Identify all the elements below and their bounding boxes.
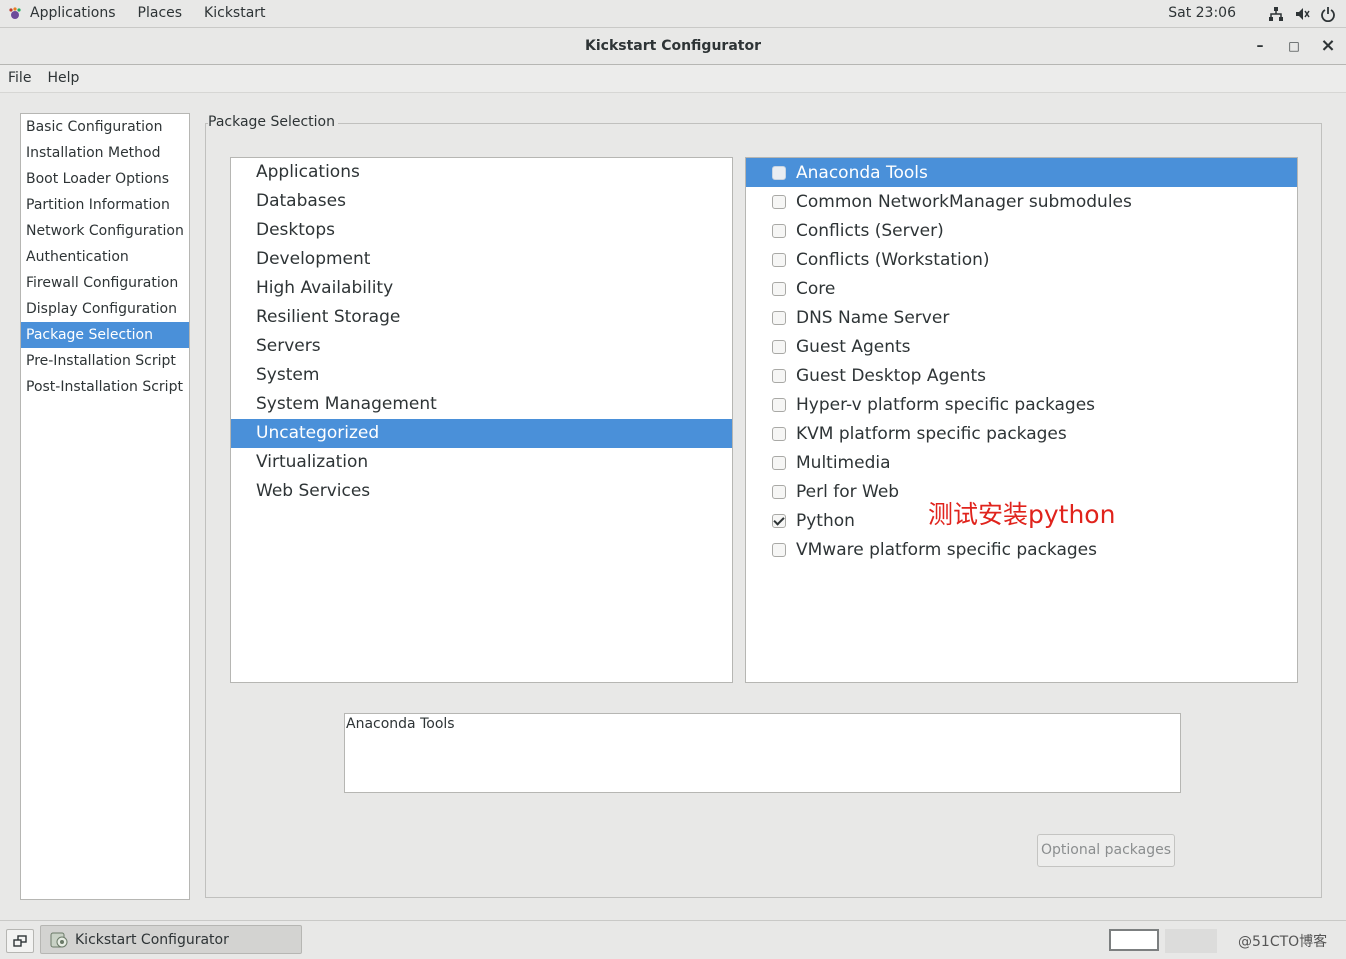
frame-label: Package Selection	[208, 113, 338, 131]
clock[interactable]: Sat 23:06	[1168, 0, 1236, 27]
annotation-text: 测试安装python	[928, 500, 1116, 529]
group-item[interactable]: Hyper-v platform specific packages	[746, 390, 1297, 419]
close-button[interactable]: ×	[1311, 28, 1345, 64]
group-item[interactable]: Conflicts (Server)	[746, 216, 1297, 245]
sidebar-item-basic-configuration[interactable]: Basic Configuration	[21, 114, 189, 140]
sidebar-item-network-configuration[interactable]: Network Configuration	[21, 218, 189, 244]
maximize-button[interactable]: □	[1277, 28, 1311, 64]
group-item[interactable]: Common NetworkManager submodules	[746, 187, 1297, 216]
group-label: VMware platform specific packages	[796, 539, 1097, 560]
sidebar-item-firewall-configuration[interactable]: Firewall Configuration	[21, 270, 189, 296]
category-item[interactable]: System Management	[231, 390, 732, 419]
minimize-button[interactable]: –	[1243, 28, 1277, 64]
taskbar: Kickstart Configurator @51CTO博客	[0, 920, 1346, 959]
group-item-selected[interactable]: Anaconda Tools	[746, 158, 1297, 187]
sidebar-item-pre-installation-script[interactable]: Pre-Installation Script	[21, 348, 189, 374]
group-item[interactable]: Guest Agents	[746, 332, 1297, 361]
group-label: Conflicts (Server)	[796, 220, 944, 241]
group-checkbox[interactable]	[772, 281, 786, 296]
category-item[interactable]: Applications	[231, 158, 732, 187]
group-checkbox[interactable]	[772, 426, 786, 441]
group-label: KVM platform specific packages	[796, 423, 1067, 444]
optional-packages-button[interactable]: Optional packages	[1037, 834, 1175, 867]
group-checkbox[interactable]	[772, 368, 786, 383]
watermark: @51CTO博客	[1238, 934, 1328, 950]
sidebar-item-boot-loader-options[interactable]: Boot Loader Options	[21, 166, 189, 192]
group-label: Conflicts (Workstation)	[796, 249, 990, 270]
sidebar-item-post-installation-script[interactable]: Post-Installation Script	[21, 374, 189, 400]
group-checkbox[interactable]	[772, 542, 786, 557]
category-item[interactable]: Resilient Storage	[231, 303, 732, 332]
category-item[interactable]: Databases	[231, 187, 732, 216]
gnome-foot-icon	[9, 6, 21, 19]
group-label: Perl for Web	[796, 481, 900, 502]
description-box: Anaconda Tools	[344, 713, 1181, 793]
group-checkbox[interactable]	[772, 484, 786, 499]
category-item[interactable]: High Availability	[231, 274, 732, 303]
group-label: DNS Name Server	[796, 307, 950, 328]
group-list[interactable]: Anaconda Tools Common NetworkManager sub…	[745, 157, 1298, 683]
power-icon[interactable]	[1320, 6, 1336, 22]
group-checkbox[interactable]	[772, 194, 786, 209]
category-item[interactable]: Desktops	[231, 216, 732, 245]
file-menu[interactable]: File	[8, 70, 31, 86]
group-label: Hyper-v platform specific packages	[796, 394, 1096, 415]
sidebar-item-installation-method[interactable]: Installation Method	[21, 140, 189, 166]
group-item[interactable]: Conflicts (Workstation)	[746, 245, 1297, 274]
volume-muted-icon[interactable]	[1294, 6, 1310, 22]
group-label: Guest Agents	[796, 336, 911, 357]
sidebar-item-partition-information[interactable]: Partition Information	[21, 192, 189, 218]
network-icon[interactable]	[1268, 6, 1284, 22]
show-desktop-button[interactable]	[6, 929, 34, 953]
places-menu[interactable]: Places	[138, 0, 183, 27]
menubar: File Help	[0, 65, 1346, 93]
category-item[interactable]: Web Services	[231, 477, 732, 506]
group-checkbox[interactable]	[772, 252, 786, 267]
sidebar-item-package-selection[interactable]: Package Selection	[21, 322, 189, 348]
sidebar-item-authentication[interactable]: Authentication	[21, 244, 189, 270]
window-title: Kickstart Configurator	[585, 38, 761, 54]
group-label: Multimedia	[796, 452, 891, 473]
sidebar: Basic Configuration Installation Method …	[20, 113, 190, 900]
applications-menu[interactable]: Applications	[30, 0, 116, 27]
group-item[interactable]: Multimedia	[746, 448, 1297, 477]
help-menu[interactable]: Help	[47, 70, 79, 86]
group-item[interactable]: Guest Desktop Agents	[746, 361, 1297, 390]
category-item[interactable]: System	[231, 361, 732, 390]
kickstart-app-menu[interactable]: Kickstart	[204, 0, 265, 27]
category-item[interactable]: Servers	[231, 332, 732, 361]
group-label: Guest Desktop Agents	[796, 365, 987, 386]
group-item[interactable]: Core	[746, 274, 1297, 303]
group-item[interactable]: KVM platform specific packages	[746, 419, 1297, 448]
sidebar-item-display-configuration[interactable]: Display Configuration	[21, 296, 189, 322]
workspace-2[interactable]	[1165, 929, 1217, 953]
top-panel: Applications Places Kickstart Sat 23:06	[0, 0, 1346, 28]
group-label: Core	[796, 278, 836, 299]
group-checkbox[interactable]	[772, 310, 786, 325]
group-checkbox[interactable]	[772, 397, 786, 412]
group-label: Anaconda Tools	[796, 162, 928, 183]
group-label: Common NetworkManager submodules	[796, 191, 1132, 212]
group-checkbox[interactable]	[772, 455, 786, 470]
taskbar-item-kickstart[interactable]: Kickstart Configurator	[40, 925, 302, 954]
group-checkbox[interactable]	[772, 339, 786, 354]
group-checkbox[interactable]	[772, 223, 786, 238]
category-item-selected[interactable]: Uncategorized	[231, 419, 732, 448]
group-item[interactable]: VMware platform specific packages	[746, 535, 1297, 564]
window-titlebar[interactable]: Kickstart Configurator – □ ×	[0, 28, 1346, 65]
group-item[interactable]: DNS Name Server	[746, 303, 1297, 332]
taskbar-item-label: Kickstart Configurator	[75, 931, 229, 948]
category-item[interactable]: Virtualization	[231, 448, 732, 477]
category-list[interactable]: Applications Databases Desktops Developm…	[230, 157, 733, 683]
window-list-icon	[13, 935, 27, 947]
group-checkbox-checked[interactable]	[772, 513, 786, 528]
workspace-1[interactable]	[1109, 929, 1159, 951]
group-label: Python	[796, 510, 855, 531]
group-checkbox[interactable]	[772, 165, 786, 180]
kickstart-app-icon	[50, 932, 68, 947]
category-item[interactable]: Development	[231, 245, 732, 274]
